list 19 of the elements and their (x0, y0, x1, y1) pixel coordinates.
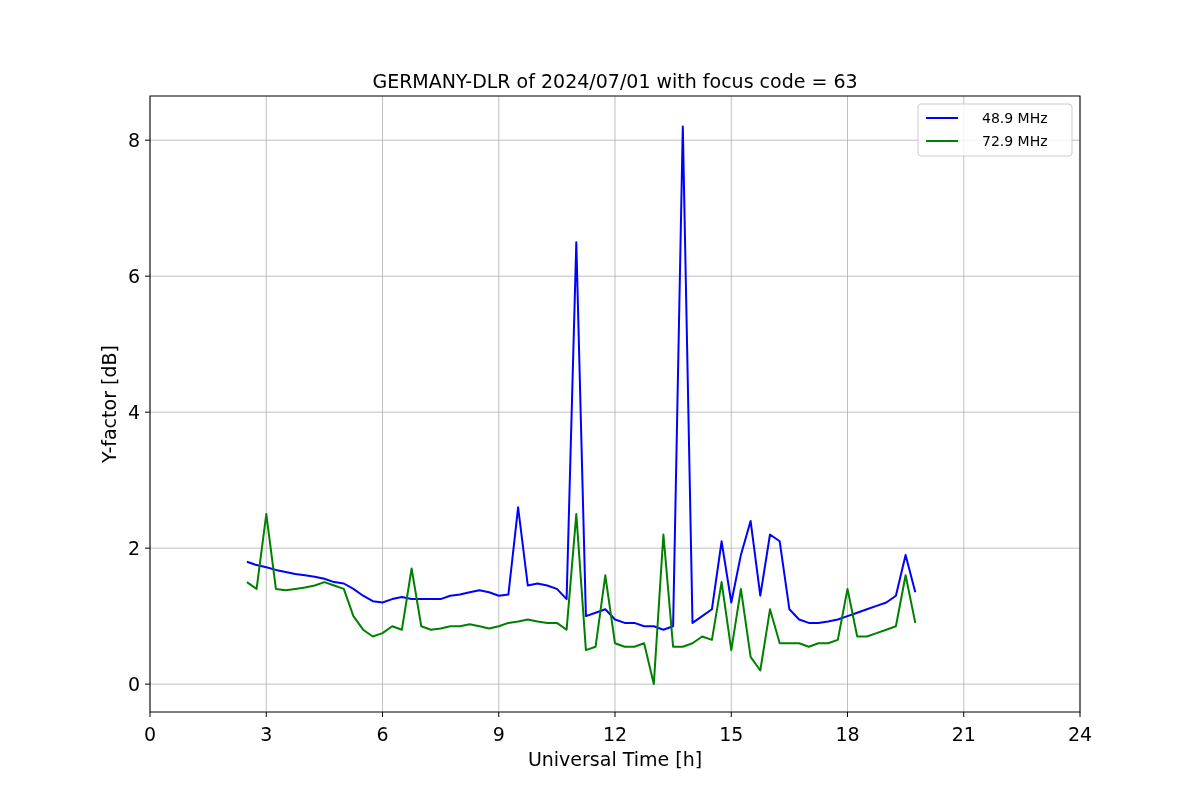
tick-label: 6 (127, 265, 140, 288)
tick-label: 9 (492, 723, 505, 745)
tick-label: 4 (127, 401, 140, 424)
tick-label: 21 (951, 723, 976, 745)
y-axis-label: Y-factor [dB] (98, 345, 120, 463)
tick-label: 6 (376, 723, 389, 745)
tick-label: 0 (143, 723, 157, 745)
tick-label: 8 (127, 129, 140, 152)
tick-label: 15 (719, 723, 744, 745)
tick-label: 0 (127, 673, 140, 696)
legend-label: 48.9 MHz (982, 110, 1048, 126)
legend-label: 72.9 MHz (982, 133, 1048, 149)
tick-label: 2 (127, 537, 140, 560)
tick-label: 12 (602, 723, 628, 745)
tick-label: 3 (260, 723, 273, 745)
tick-label: 18 (835, 723, 860, 745)
chart-title: GERMANY-DLR of 2024/07/01 with focus code = 63 (372, 70, 858, 92)
x-axis-label: Universal Time [h] (527, 748, 703, 770)
tick-label: 24 (1067, 723, 1093, 745)
